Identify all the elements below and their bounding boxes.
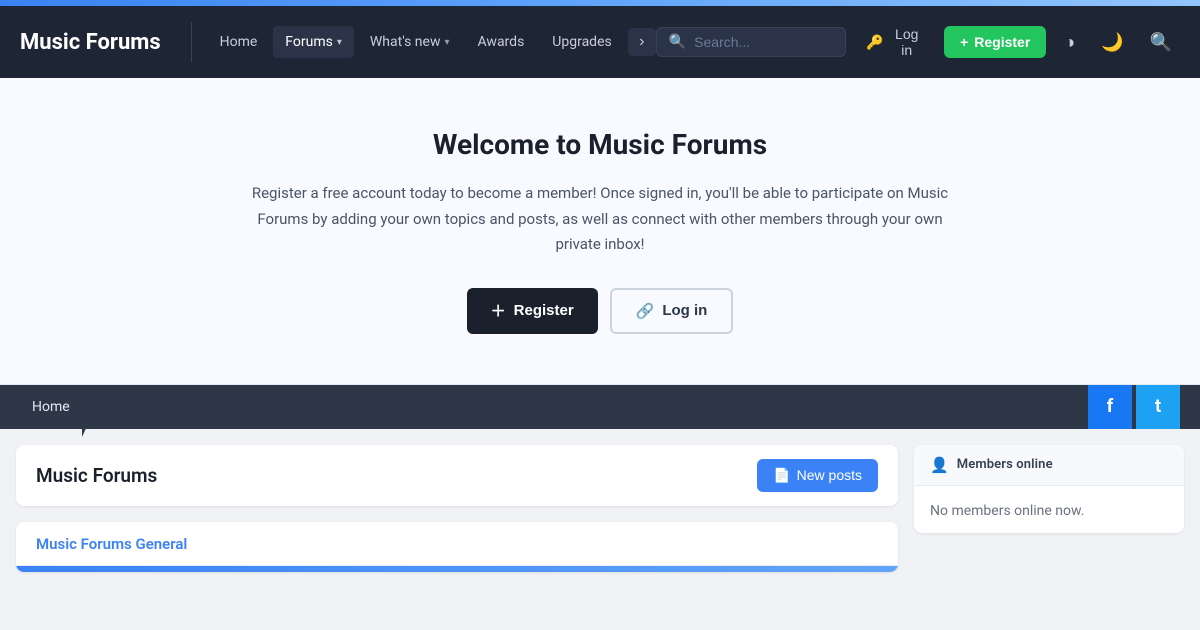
subforum-title-bar: Music Forums General	[16, 522, 898, 566]
nav-home-label: Home	[220, 34, 258, 50]
search-input[interactable]	[694, 34, 833, 50]
subforum-section: Music Forums General	[16, 522, 898, 572]
search-box[interactable]: 🔍	[656, 27, 846, 57]
breadcrumb-home[interactable]: Home	[20, 393, 82, 421]
members-card-header: 👤 Members online	[914, 445, 1184, 486]
forum-box-header: Music Forums 📄 New posts	[16, 445, 898, 506]
whats-new-chevron-icon: ▾	[444, 37, 449, 48]
breadcrumb-bar: Home f t	[0, 385, 1200, 429]
forum-box: Music Forums 📄 New posts	[16, 445, 898, 506]
welcome-banner: Welcome to Music Forums Register a free …	[0, 78, 1200, 385]
nav-right: 🔍 🔑 Log in + Register ◑ 🌙 🔍	[656, 20, 1180, 64]
members-label: Members online	[957, 457, 1053, 472]
nav-items: Home Forums ▾ What's new ▾ Awards Upgrad…	[208, 26, 656, 58]
subforum-title-link[interactable]: Music Forums General	[36, 535, 187, 553]
register-plus-icon: +	[960, 34, 968, 50]
nav-item-awards[interactable]: Awards	[466, 26, 537, 58]
circle-icon: ◑	[1064, 32, 1075, 52]
new-posts-label: New posts	[797, 467, 862, 483]
subforum-blue-bar	[16, 566, 898, 572]
breadcrumb-social: f t	[1088, 385, 1180, 429]
nav-divider	[191, 22, 192, 62]
welcome-register-label: Register	[514, 302, 574, 319]
search-nav-icon: 🔍	[1150, 32, 1172, 52]
nav-whats-new-label: What's new	[370, 34, 441, 50]
moon-icon: 🌙	[1101, 32, 1123, 52]
sidebar: 👤 Members online No members online now.	[914, 445, 1184, 533]
nav-item-forums[interactable]: Forums ▾	[273, 26, 354, 58]
nav-item-whats-new[interactable]: What's new ▾	[358, 26, 462, 58]
register-label: Register	[974, 34, 1030, 50]
login-button[interactable]: 🔑 Log in	[856, 20, 934, 64]
forums-chevron-icon: ▾	[337, 37, 342, 48]
new-posts-doc-icon: 📄	[773, 467, 790, 484]
page-body: Music Forums 📄 New posts Music Forums Ge…	[0, 429, 1200, 572]
welcome-login-button[interactable]: 🔗 Log in	[610, 288, 734, 334]
login-label: Log in	[889, 26, 924, 58]
forums-main: Music Forums 📄 New posts Music Forums Ge…	[16, 445, 898, 572]
members-card: 👤 Members online No members online now.	[914, 445, 1184, 533]
facebook-icon: f	[1107, 396, 1113, 417]
nav-forums-label: Forums	[285, 34, 333, 50]
nav-item-home[interactable]: Home	[208, 26, 270, 58]
login-key-icon: 🔑	[866, 34, 883, 51]
theme-toggle-button[interactable]: ◑	[1056, 28, 1083, 57]
members-person-icon: 👤	[930, 456, 949, 474]
welcome-description: Register a free account today to become …	[250, 181, 950, 258]
welcome-register-plus-icon: ＋	[491, 300, 506, 321]
nav-awards-label: Awards	[478, 34, 525, 50]
no-members-text: No members online now.	[930, 503, 1084, 519]
members-card-body: No members online now.	[914, 486, 1184, 533]
twitter-button[interactable]: t	[1136, 385, 1180, 429]
welcome-actions: ＋ Register 🔗 Log in	[20, 288, 1180, 334]
nav-more-button[interactable]: ›	[628, 28, 656, 56]
forum-box-title: Music Forums	[36, 464, 757, 487]
breadcrumb-home-label: Home	[32, 399, 70, 415]
nav-upgrades-label: Upgrades	[552, 34, 611, 50]
navbar: Music Forums Home Forums ▾ What's new ▾ …	[0, 6, 1200, 78]
welcome-login-label: Log in	[662, 302, 707, 319]
dark-mode-button[interactable]: 🌙	[1093, 28, 1131, 57]
welcome-register-button[interactable]: ＋ Register	[467, 288, 598, 334]
search-icon: 🔍	[669, 34, 686, 50]
site-logo[interactable]: Music Forums	[20, 30, 161, 55]
facebook-button[interactable]: f	[1088, 385, 1132, 429]
nav-item-upgrades[interactable]: Upgrades	[540, 26, 623, 58]
welcome-title: Welcome to Music Forums	[20, 128, 1180, 161]
twitter-icon: t	[1155, 396, 1161, 417]
welcome-login-key-icon: 🔗	[636, 302, 655, 320]
register-button[interactable]: + Register	[944, 26, 1046, 58]
new-posts-button[interactable]: 📄 New posts	[757, 459, 878, 492]
search-nav-button[interactable]: 🔍	[1142, 28, 1180, 57]
